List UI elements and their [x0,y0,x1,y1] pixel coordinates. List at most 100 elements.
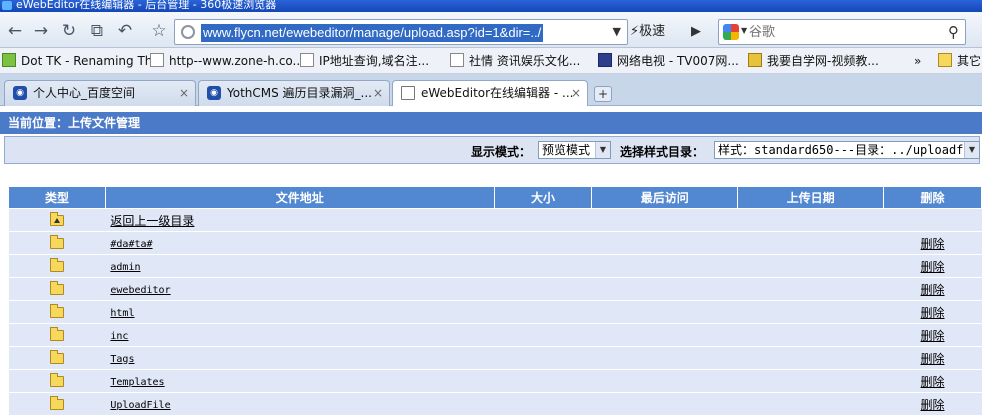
size-cell [494,300,592,324]
forward-arrow-icon[interactable]: → [30,20,52,42]
folder-link[interactable]: #da#ta# [110,239,152,250]
bookmark-item[interactable]: 我要自学网-视频教... [748,52,879,70]
type-cell [8,231,106,255]
baidu-paw-icon: ◉ [13,86,27,100]
delete-link[interactable]: 删除 [921,306,945,320]
tab-ewebeditor[interactable]: eWebEditor在线编辑器 - ... × [392,80,588,107]
type-cell [8,392,106,416]
bookmark-folder-other[interactable]: 其它 [938,52,981,70]
tab-baidu-space[interactable]: ◉ 个人中心_百度空间 × [4,80,196,106]
folder-icon [49,258,64,272]
path-cell: Tags [105,346,494,370]
table-row: admin 删除 [8,254,982,278]
col-header-upload-date: 上传日期 [737,186,885,209]
last-access-cell [591,277,738,301]
upload-date-cell [737,277,884,301]
folder-icon [49,373,64,387]
last-access-cell [591,392,738,416]
bookmark-item[interactable]: 网络电视 - TV007网... [598,52,739,70]
style-dir-value: 样式：standard650---目录：../uploadfile/ [718,143,980,157]
table-row-parent: 返回上一级目录 [8,208,982,232]
path-cell: Templates [105,369,494,393]
search-box[interactable]: ▼ ⚲ [718,19,966,45]
window-title: eWebEditor在线编辑器 - 后台管理 - 360极速浏览器 [16,0,277,11]
close-icon[interactable]: × [179,81,189,105]
go-icon[interactable]: ▶ [686,22,706,42]
size-cell [494,392,592,416]
bookmarks-bar: Dot TK - Renaming Th... http--www.zone-h… [0,48,982,74]
type-cell [8,369,106,393]
delete-link[interactable]: 删除 [921,283,945,297]
tab-yothcms[interactable]: ◉ YothCMS 遍历目录漏洞_... × [198,80,390,106]
delete-link[interactable]: 删除 [921,398,945,412]
favorite-star-icon[interactable]: ☆ [148,20,170,42]
delete-link[interactable]: 删除 [921,237,945,251]
display-mode-label: 显示模式： [471,145,532,159]
bookmark-item[interactable]: 社情 资讯娱乐文化... [450,52,580,70]
folder-link[interactable]: inc [110,331,128,342]
close-icon[interactable]: × [571,81,581,105]
path-cell: UploadFile [105,392,494,416]
folder-link[interactable]: Templates [110,377,164,388]
display-mode-select[interactable]: 预览模式 ▼ [538,141,611,159]
address-dropdown-icon[interactable]: ▼ [613,25,621,38]
search-input[interactable] [749,22,939,42]
google-engine-icon[interactable] [723,24,739,40]
table-row: Tags 删除 [8,346,982,370]
col-header-delete: 删除 [883,186,982,209]
folder-icon [49,327,64,341]
parent-dir-link[interactable]: 返回上一级目录 [110,214,194,228]
folder-link[interactable]: Tags [110,354,134,365]
table-row: UploadFile 删除 [8,392,982,416]
video-tutorial-icon [748,53,762,67]
table-row: Templates 删除 [8,369,982,393]
folder-icon [49,281,64,295]
col-header-last-access: 最后访问 [591,186,739,209]
type-cell [8,277,106,301]
engine-dropdown-icon[interactable]: ▼ [741,26,747,35]
delete-link[interactable]: 删除 [921,352,945,366]
chevron-down-icon: ▼ [964,142,979,158]
table-row: #da#ta# 删除 [8,231,982,255]
bookmark-item[interactable]: IP地址查询,域名注... [300,52,429,70]
back-arrow-icon[interactable]: ← [4,20,26,42]
style-dir-select[interactable]: 样式：standard650---目录：../uploadfile/ ▼ [714,141,980,159]
delete-link[interactable]: 删除 [921,260,945,274]
close-icon[interactable]: × [373,81,383,105]
path-cell: admin [105,254,494,278]
delete-cell: 删除 [883,392,982,416]
folder-icon [49,304,64,318]
last-access-cell [591,300,738,324]
delete-cell: 删除 [883,300,982,324]
address-url[interactable]: www.flycn.net/ewebeditor/manage/upload.a… [201,24,544,42]
last-access-cell [591,254,738,278]
undo-close-icon[interactable]: ↶ [114,20,136,42]
delete-cell: 删除 [883,346,982,370]
bookmark-item[interactable]: http--www.zone-h.co... [150,52,304,70]
upload-date-cell [737,323,884,347]
reload-icon[interactable]: ↻ [58,20,80,42]
folder-icon [938,53,952,67]
browser-app-icon [2,1,12,10]
last-access-cell [591,231,738,255]
new-tab-button[interactable]: + [594,86,612,102]
mode-toolbar: 显示模式： 预览模式 ▼ 选择样式目录： 样式：standard650---目录… [4,136,980,164]
delete-link[interactable]: 删除 [921,329,945,343]
bookmarks-overflow-icon[interactable]: » [914,52,921,70]
page-icon [450,53,464,67]
type-cell [8,323,106,347]
folder-link[interactable]: admin [110,262,140,273]
address-bar[interactable]: www.flycn.net/ewebeditor/manage/upload.a… [174,19,628,45]
delete-link[interactable]: 删除 [921,375,945,389]
restore-tabs-icon[interactable]: ⧉ [86,20,108,42]
folder-link[interactable]: ewebeditor [110,285,170,296]
folder-link[interactable]: UploadFile [110,400,170,411]
speed-mode-button[interactable]: ⚡极速 [630,21,682,43]
globe-icon [181,25,195,39]
search-icon[interactable]: ⚲ [948,23,959,41]
type-cell [8,254,106,278]
upload-date-cell [737,392,884,416]
folder-link[interactable]: html [110,308,134,319]
col-header-type: 类型 [8,186,106,209]
bookmark-item[interactable]: Dot TK - Renaming Th... [2,52,164,70]
